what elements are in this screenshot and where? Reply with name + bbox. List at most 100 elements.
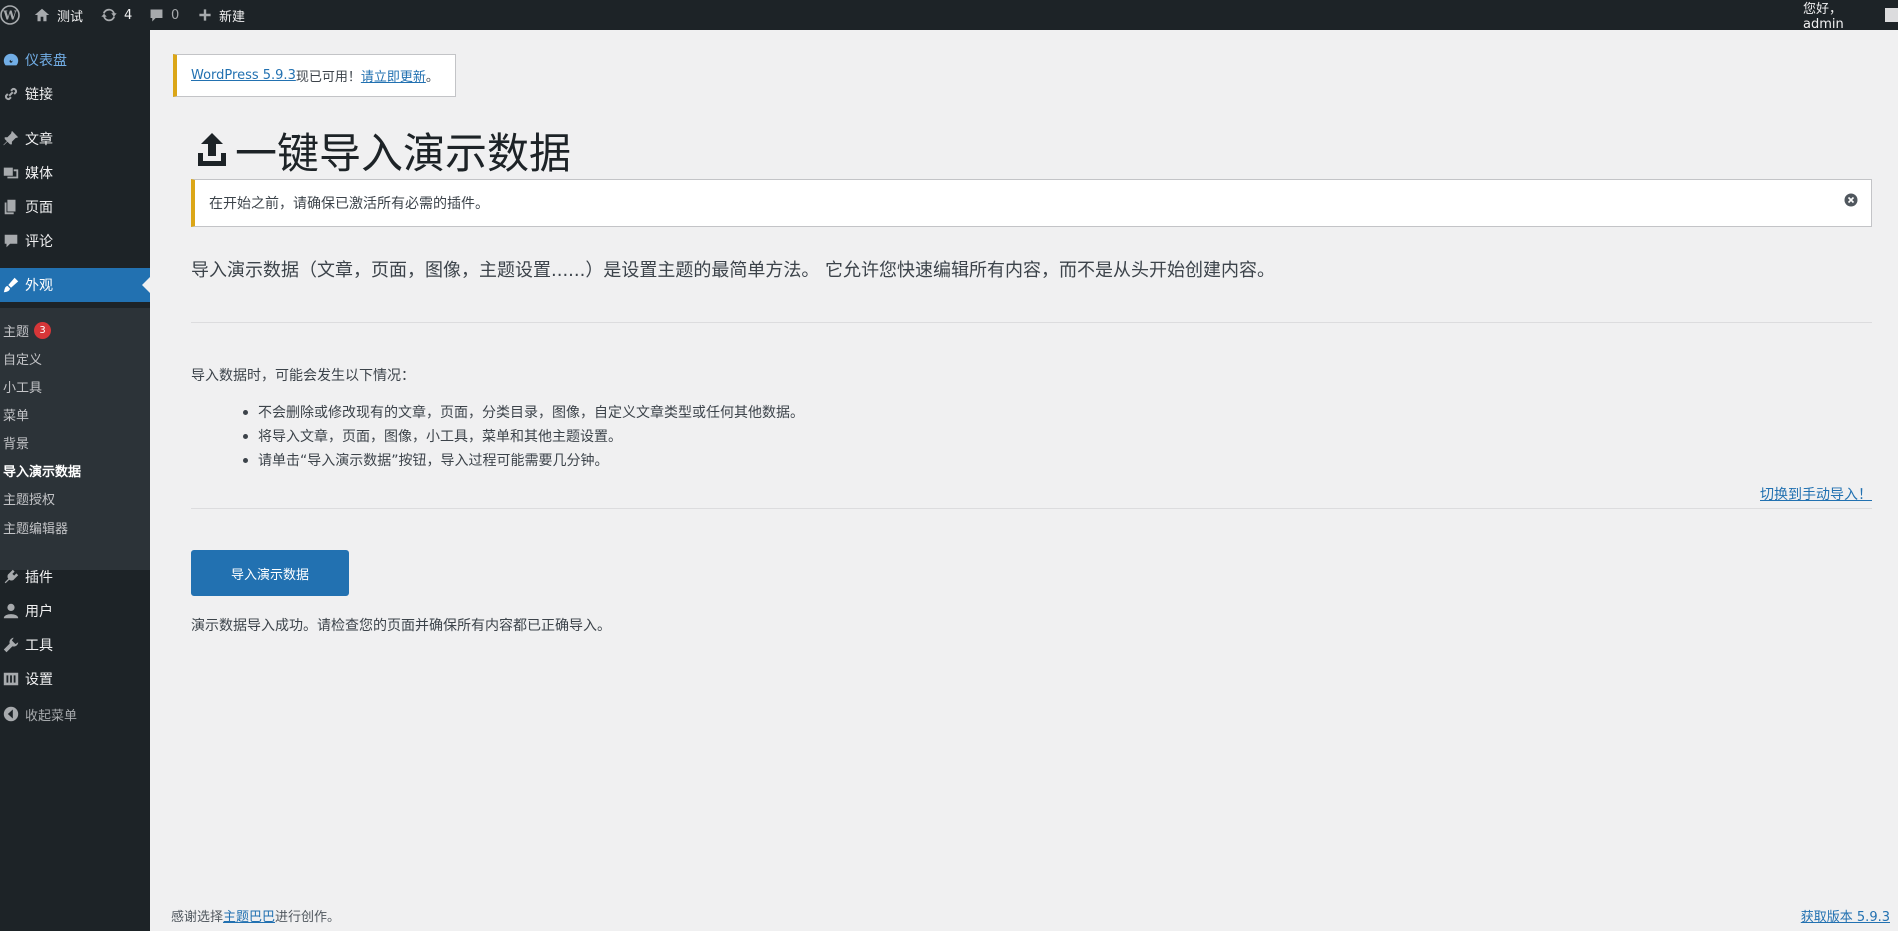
submenu-item-menus[interactable]: 菜单 (3, 403, 29, 425)
comments-link[interactable]: 0 (148, 0, 179, 30)
new-label: 新建 (219, 9, 246, 25)
sidebar-item-posts[interactable]: 文章 (0, 122, 150, 156)
brush-icon (0, 276, 24, 294)
sidebar-item-label: 评论 (25, 234, 53, 250)
page-title: 一键导入演示数据 (195, 122, 571, 178)
site-name-link[interactable]: 测试 (33, 0, 83, 30)
list-item: 不会删除或修改现有的文章，页面，分类目录，图像，自定义文章类型或任何其他数据。 (241, 400, 804, 424)
sidebar-item-settings[interactable]: 设置 (0, 662, 150, 696)
wordpress-version-link[interactable]: WordPress 5.9.3 (191, 68, 296, 83)
svg-text:W: W (2, 9, 17, 23)
submenu-item-import-demo[interactable]: 导入演示数据 (3, 459, 81, 481)
update-badge: 3 (34, 321, 52, 339)
sidebar-item-comments[interactable]: 评论 (0, 224, 150, 258)
wordpress-logo-icon[interactable]: W (0, 0, 20, 30)
submenu-item-background[interactable]: 背景 (3, 431, 29, 453)
sidebar-item-pages[interactable]: 页面 (0, 190, 150, 224)
sidebar-item-label: 媒体 (25, 166, 53, 182)
sidebar-item-tools[interactable]: 工具 (0, 628, 150, 662)
sidebar-item-label: 页面 (25, 200, 53, 216)
sidebar-item-appearance[interactable]: 外观 (0, 268, 150, 302)
dashboard-icon (0, 51, 24, 69)
site-name: 测试 (57, 9, 84, 25)
submenu-item-theme-editor[interactable]: 主题编辑器 (3, 516, 68, 538)
list-item: 将导入文章，页面，图像，小工具，菜单和其他主题设置。 (241, 424, 804, 448)
submenu-item-label: 主题编辑器 (3, 521, 69, 537)
sidebar-item-users[interactable]: 用户 (0, 594, 150, 628)
sidebar-item-label: 插件 (25, 570, 53, 586)
comment-icon (0, 232, 24, 250)
footer-prefix: 感谢选择 (171, 910, 224, 925)
upload-icon (198, 133, 226, 166)
submenu-item-label: 主题 (3, 324, 30, 340)
sidebar-item-label: 设置 (25, 672, 53, 688)
update-notice: WordPress 5.9.3 现已可用！ 请立即更新 。 (173, 54, 456, 97)
new-content-link[interactable]: 新建 (197, 0, 245, 30)
sidebar-item-label: 链接 (25, 87, 53, 103)
comments-count: 0 (171, 7, 180, 23)
submenu-item-customize[interactable]: 自定义 (3, 347, 42, 369)
import-demo-button[interactable]: 导入演示数据 (191, 550, 349, 596)
sidebar-item-label: 外观 (25, 278, 53, 294)
avatar (1885, 8, 1898, 22)
link-icon (0, 85, 24, 103)
submenu-item-label: 主题授权 (3, 492, 56, 508)
divider (191, 508, 1872, 509)
plus-icon (199, 9, 211, 21)
sidebar-item-dashboard[interactable]: 仪表盘 (0, 43, 150, 77)
collapse-arrow-icon (0, 705, 24, 723)
plugins-warning-notice: 在开始之前，请确保已激活所有必需的插件。 (191, 179, 1872, 227)
sidebar-item-label: 工具 (25, 638, 53, 654)
collapse-menu-label: 收起菜单 (25, 708, 78, 724)
submenu-item-license[interactable]: 主题授权 (3, 487, 55, 509)
footer-suffix: 进行创作。 (275, 910, 341, 925)
admin-sidebar: 仪表盘 链接 文章 媒体 页面 评论 外观 主题 3 自定义 小工具 菜单 背景… (0, 30, 150, 931)
pin-icon (0, 130, 24, 148)
plugin-icon (0, 568, 24, 586)
home-icon (34, 8, 50, 22)
sidebar-item-plugins[interactable]: 插件 (0, 560, 150, 594)
switch-to-manual-link[interactable]: 切换到手动导入！ (1760, 484, 1872, 504)
update-icon (101, 8, 117, 22)
warning-text: 在开始之前，请确保已激活所有必需的插件。 (209, 196, 489, 212)
submenu-item-label: 自定义 (3, 352, 43, 368)
wrench-icon (0, 636, 24, 654)
submenu-item-widgets[interactable]: 小工具 (3, 375, 42, 397)
intro-text: 导入演示数据（文章，页面，图像，主题设置......）是设置主题的最简单方法。 … (191, 260, 1276, 281)
update-now-link[interactable]: 请立即更新 (361, 66, 426, 85)
comment-icon (150, 9, 163, 21)
sidebar-item-label: 仪表盘 (25, 53, 67, 69)
sidebar-item-media[interactable]: 媒体 (0, 156, 150, 190)
updates-link[interactable]: 4 (100, 0, 132, 30)
user-icon (0, 602, 24, 620)
list-intro-text: 导入数据时，可能会发生以下情况： (191, 368, 415, 384)
greeting: 您好，admin (1803, 2, 1844, 32)
footer-thanks: 感谢选择主题巴巴进行创作。 (171, 906, 340, 925)
footer-theme-link[interactable]: 主题巴巴 (223, 910, 275, 925)
collapse-menu-button[interactable]: 收起菜单 (0, 697, 150, 731)
success-message: 演示数据导入成功。请检查您的页面并确保所有内容都已正确导入。 (191, 618, 611, 634)
current-menu-arrow (142, 277, 150, 293)
page-title-text: 一键导入演示数据 (235, 128, 572, 178)
info-list: 不会删除或修改现有的文章，页面，分类目录，图像，自定义文章类型或任何其他数据。 … (241, 400, 804, 472)
footer-version-link[interactable]: 获取版本 5.9.3 (1801, 906, 1890, 925)
admin-bar: W 测试 4 0 新建 您好，admin (0, 0, 1898, 32)
my-account-link[interactable]: 您好，admin (1803, 0, 1898, 32)
sidebar-item-links[interactable]: 链接 (0, 77, 150, 111)
appearance-submenu: 主题 3 自定义 小工具 菜单 背景 导入演示数据 主题授权 主题编辑器 (0, 308, 150, 570)
settings-icon (0, 670, 24, 688)
update-notice-suffix: 。 (425, 70, 439, 85)
submenu-item-label: 小工具 (3, 380, 43, 396)
submenu-item-label: 导入演示数据 (3, 464, 82, 480)
updates-count: 4 (124, 7, 133, 23)
sidebar-item-label: 文章 (25, 132, 53, 148)
page-icon (0, 198, 24, 216)
submenu-item-label: 菜单 (3, 408, 30, 424)
list-item: 请单击“导入演示数据”按钮，导入过程可能需要几分钟。 (241, 448, 804, 472)
sidebar-item-label: 用户 (25, 604, 53, 620)
update-notice-middle: 现已可用！ (295, 70, 361, 85)
divider (191, 322, 1872, 323)
submenu-item-themes[interactable]: 主题 3 (3, 319, 52, 341)
dismiss-icon[interactable] (1843, 192, 1859, 208)
submenu-item-label: 背景 (3, 436, 30, 452)
